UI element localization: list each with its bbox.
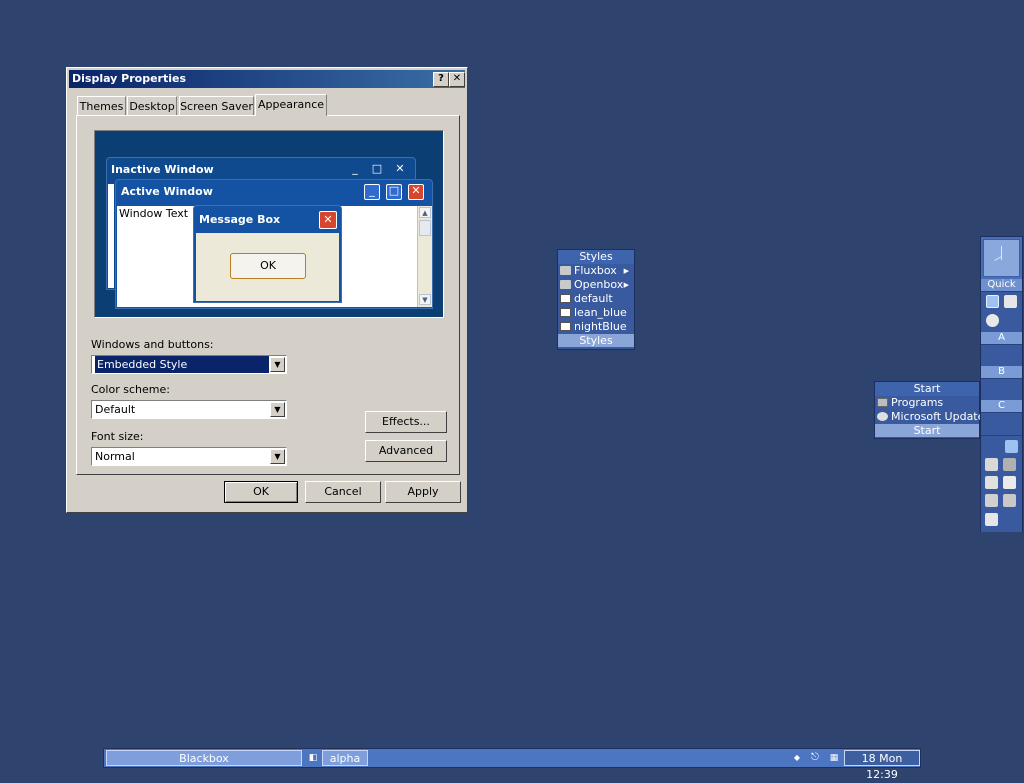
network-icon[interactable]	[985, 458, 998, 471]
network-tray-icon[interactable]: ⎋	[808, 750, 822, 766]
chevron-down-icon[interactable]: ▼	[270, 357, 285, 372]
disk-icon[interactable]	[985, 494, 998, 507]
styles-menu: Styles Fluxbox ▶ Openbox ▶ default lean_…	[557, 249, 635, 350]
programs-icon	[877, 398, 888, 407]
menu-item-fluxbox[interactable]: Fluxbox ▶	[558, 264, 634, 278]
styles-menu-title[interactable]: Styles	[558, 250, 634, 264]
printer-icon[interactable]	[1003, 476, 1016, 489]
windows-buttons-label: Windows and buttons:	[91, 338, 214, 351]
color-scheme-label: Color scheme:	[91, 383, 170, 396]
menu-item-openbox[interactable]: Openbox ▶	[558, 278, 634, 292]
quick-launch-label: Quick	[981, 279, 1022, 291]
chevron-down-icon[interactable]: ▼	[270, 449, 285, 464]
menu-item-lean-blue[interactable]: lean_blue	[558, 306, 634, 320]
display-properties-dialog: Display Properties ? ✕ Themes Desktop Sc…	[66, 67, 468, 513]
workspace-label[interactable]: Blackbox	[106, 750, 302, 766]
preview-ok-button: OK	[230, 253, 306, 279]
scroll-down-icon: ▼	[419, 294, 431, 305]
tab-screen-saver[interactable]: Screen Saver	[179, 96, 254, 115]
message-box-title: Message Box	[199, 213, 281, 226]
submenu-arrow-icon: ▶	[623, 267, 629, 275]
slit-dock: Quick A B C	[980, 236, 1023, 532]
chevron-down-icon[interactable]: ▼	[270, 402, 285, 417]
outlook-icon[interactable]	[1004, 295, 1017, 308]
menu-item-microsoft-update[interactable]: Microsoft Update	[875, 410, 984, 424]
update-icon	[877, 412, 888, 421]
inactive-window-title: Inactive Window	[111, 163, 214, 176]
color-scheme-select[interactable]: Default ▼	[91, 400, 287, 419]
maximize-icon: □	[371, 162, 383, 175]
close-icon: ✕	[395, 162, 405, 175]
style-file-icon	[560, 308, 571, 317]
start-menu-footer: Start	[875, 424, 979, 437]
slit-section-a[interactable]: A	[981, 332, 1022, 344]
tools-icon[interactable]	[1003, 458, 1016, 471]
close-icon: ✕	[319, 211, 337, 229]
close-icon: ✕	[408, 184, 424, 200]
internet-explorer-icon[interactable]	[986, 295, 999, 308]
effects-button[interactable]: Effects...	[365, 411, 447, 433]
recycle-bin-icon[interactable]	[985, 513, 998, 526]
task-button-alpha[interactable]: alpha	[322, 750, 368, 766]
start-menu: Start Programs Microsoft Update Start	[874, 381, 984, 439]
dialog-title: Display Properties	[72, 72, 187, 85]
maximize-icon: □	[386, 184, 402, 200]
start-menu-title[interactable]: Start	[875, 382, 979, 396]
apply-button[interactable]: Apply	[385, 481, 461, 503]
workspace-menu-icon[interactable]: ◧	[307, 750, 319, 766]
close-button[interactable]: ✕	[449, 72, 465, 87]
slit-section-b[interactable]: B	[981, 366, 1022, 378]
slit-section-c[interactable]: C	[981, 400, 1022, 412]
message-box-preview: Message Box ✕ OK	[193, 205, 342, 303]
folder-icon	[560, 280, 571, 289]
style-file-icon	[560, 322, 571, 331]
taskbar-clock[interactable]: 18 Mon 12:39	[844, 750, 920, 781]
tab-appearance[interactable]: Appearance	[255, 94, 327, 116]
font-size-label: Font size:	[91, 430, 144, 443]
windows-buttons-select[interactable]: Embedded Style ▼	[91, 355, 287, 374]
menu-item-nightblue[interactable]: nightBlue	[558, 320, 634, 334]
clock-icon[interactable]	[983, 239, 1020, 277]
menu-item-programs[interactable]: Programs	[875, 396, 979, 410]
minimize-icon: _	[364, 184, 380, 200]
tab-themes[interactable]: Themes	[77, 96, 126, 115]
cancel-button[interactable]: Cancel	[305, 481, 381, 503]
internet-explorer-icon[interactable]	[1005, 440, 1018, 453]
advanced-button[interactable]: Advanced	[365, 440, 447, 462]
styles-menu-footer: Styles	[558, 334, 634, 347]
tray-icons-area	[981, 435, 1022, 532]
computer-icon[interactable]	[985, 476, 998, 489]
tab-desktop[interactable]: Desktop	[127, 96, 177, 115]
taskbar: Blackbox ◧ alpha ◆ ⎋ ▦ 18 Mon 12:39	[103, 748, 921, 781]
window-text: Window Text	[119, 207, 189, 220]
help-button[interactable]: ?	[433, 72, 449, 87]
style-file-icon	[560, 294, 571, 303]
media-player-icon[interactable]	[986, 314, 999, 327]
wireless-icon[interactable]	[1003, 494, 1016, 507]
font-size-select[interactable]: Normal ▼	[91, 447, 287, 466]
quick-launch-area	[981, 291, 1022, 332]
keyboard-tray-icon[interactable]: ▦	[828, 750, 840, 766]
scroll-up-icon: ▲	[419, 207, 431, 218]
menu-item-default[interactable]: default	[558, 292, 634, 306]
appearance-panel: Inactive Window _ □ ✕ Active Window _ □ …	[76, 115, 460, 475]
dialog-titlebar[interactable]: Display Properties ? ✕	[69, 70, 465, 88]
tray-arrow-icon[interactable]: ◆	[792, 750, 802, 766]
minimize-icon: _	[352, 162, 358, 175]
scroll-thumb	[419, 220, 431, 236]
ok-button[interactable]: OK	[224, 481, 298, 503]
folder-icon	[560, 266, 571, 275]
active-window-title: Active Window	[121, 185, 213, 198]
submenu-arrow-icon: ▶	[623, 281, 629, 289]
appearance-preview: Inactive Window _ □ ✕ Active Window _ □ …	[94, 130, 444, 318]
preview-scrollbar: ▲ ▼	[417, 206, 432, 307]
